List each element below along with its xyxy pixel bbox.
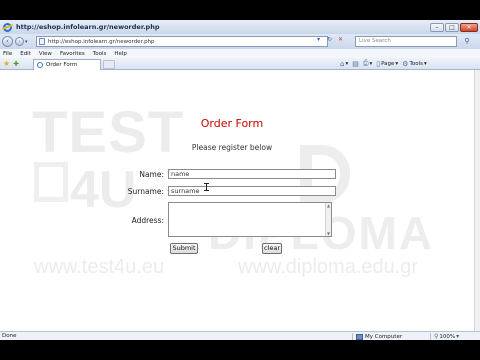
menu-file[interactable]: File — [3, 51, 12, 57]
forward-button[interactable]: › — [15, 37, 24, 46]
form-subtitle: Please register below — [191, 143, 273, 152]
tab-label: Order Form — [46, 62, 78, 68]
page-icon — [39, 38, 45, 45]
address-dropdown-icon[interactable]: ▾ — [314, 35, 323, 44]
window-title: http://eshop.infolearn.gr/neworder.php — [16, 23, 160, 31]
address-textarea[interactable]: ▲ ▼ — [168, 202, 332, 237]
maximize-button[interactable]: □ — [445, 22, 459, 32]
name-input[interactable]: name — [168, 169, 336, 179]
feeds-icon: ▤ — [352, 59, 359, 68]
search-input[interactable]: Live Search — [355, 36, 457, 47]
zoom-level: 100% — [439, 333, 456, 340]
address-bar[interactable]: http://eshop.infolearn.gr/neworder.php — [36, 36, 328, 47]
gear-icon: ⚙ — [402, 59, 409, 68]
zoom-dropdown-icon[interactable]: ▾ — [456, 333, 459, 340]
menu-view[interactable]: View — [39, 51, 52, 57]
menu-tools[interactable]: Tools — [93, 51, 107, 57]
address-actions: ▾ ↻ ✕ — [314, 35, 345, 44]
form-title: Order Form — [200, 117, 264, 130]
back-button[interactable]: ‹ — [2, 36, 13, 47]
surname-input[interactable]: surname — [168, 186, 336, 196]
history-dropdown-icon[interactable]: ▾ — [25, 39, 28, 45]
page-menu-icon: ▯ — [376, 59, 381, 68]
browser-window: http://eshop.infolearn.gr/neworder.php –… — [0, 20, 480, 340]
menu-favorites[interactable]: Favorites — [60, 51, 85, 57]
menu-bar: File Edit View Favorites Tools Help — [0, 49, 480, 58]
print-icon: ⎙ — [362, 59, 369, 67]
zoom-icon: ⚲ — [434, 333, 439, 340]
print-button[interactable]: ⎙ ▾ — [363, 59, 372, 68]
page-menu-label: Page — [381, 60, 395, 67]
status-bar: Done My Computer ⚲ 100% ▾ — [0, 331, 480, 340]
surname-label: Surname: — [127, 187, 164, 196]
zone-label: My Computer — [365, 333, 403, 340]
scroll-up-icon[interactable]: ▲ — [326, 203, 331, 208]
text-cursor-icon — [204, 183, 209, 191]
title-bar: http://eshop.infolearn.gr/neworder.php –… — [0, 20, 480, 34]
status-divider — [352, 333, 353, 340]
refresh-icon[interactable]: ↻ — [325, 35, 334, 44]
favorites-star-icon[interactable]: ★ — [3, 59, 10, 68]
status-text: Done — [2, 333, 17, 339]
security-zone[interactable]: My Computer — [356, 332, 402, 340]
zoom-control[interactable]: ⚲ 100% ▾ — [434, 332, 459, 340]
close-button[interactable]: ✕ — [460, 22, 478, 32]
status-divider — [430, 333, 431, 340]
home-icon: ⌂ — [340, 59, 345, 68]
home-button[interactable]: ⌂ ▾ — [340, 60, 348, 68]
clear-button[interactable]: clear — [262, 243, 282, 254]
watermark-url-test4u: www.test4u.eu — [34, 256, 165, 278]
computer-icon — [356, 333, 363, 340]
watermark-url-diploma: www.diploma.edu.gr — [238, 256, 419, 278]
submit-button[interactable]: Submit — [170, 243, 198, 254]
feeds-button[interactable]: ▤ — [352, 60, 359, 68]
scroll-down-icon[interactable]: ▼ — [326, 231, 331, 236]
textarea-scrollbar[interactable]: ▲ ▼ — [325, 203, 331, 236]
minimize-button[interactable]: – — [430, 22, 444, 32]
tools-menu-label: Tools — [409, 60, 424, 67]
tools-menu-button[interactable]: ⚙ Tools ▾ — [402, 60, 427, 68]
add-favorite-icon[interactable]: ✚ — [13, 60, 19, 68]
page-scrollbar[interactable] — [474, 70, 480, 331]
navigation-bar: ‹ › ▾ http://eshop.infolearn.gr/neworder… — [0, 34, 480, 49]
window-controls: – □ ✕ — [430, 22, 478, 32]
menu-help[interactable]: Help — [114, 51, 127, 57]
ie-logo-icon — [3, 22, 12, 32]
address-label: Address: — [131, 216, 164, 225]
tab-bar: ★ ✚ Order Form ⌂ ▾ ▤ ⎙ ▾ ▯ Page ▾ ⚙ Tools ▾ — [0, 58, 480, 70]
address-url[interactable]: http://eshop.infolearn.gr/neworder.php — [48, 39, 155, 45]
tab-order-form[interactable]: Order Form — [33, 59, 101, 70]
command-bar: ⌂ ▾ ▤ ⎙ ▾ ▯ Page ▾ ⚙ Tools ▾ — [340, 59, 427, 68]
name-label: Name: — [139, 170, 164, 179]
new-tab-button[interactable] — [103, 60, 115, 69]
page-content: TEST 4U DIPLOMA www.test4u.eu www.diplom… — [0, 70, 474, 331]
watermark-check-icon — [34, 162, 68, 202]
search-icon[interactable]: ⚲ — [458, 36, 476, 47]
menu-edit[interactable]: Edit — [20, 51, 31, 57]
ie-page-icon — [37, 62, 43, 68]
stop-icon[interactable]: ✕ — [336, 35, 345, 44]
page-menu-button[interactable]: ▯ Page ▾ — [376, 60, 398, 68]
